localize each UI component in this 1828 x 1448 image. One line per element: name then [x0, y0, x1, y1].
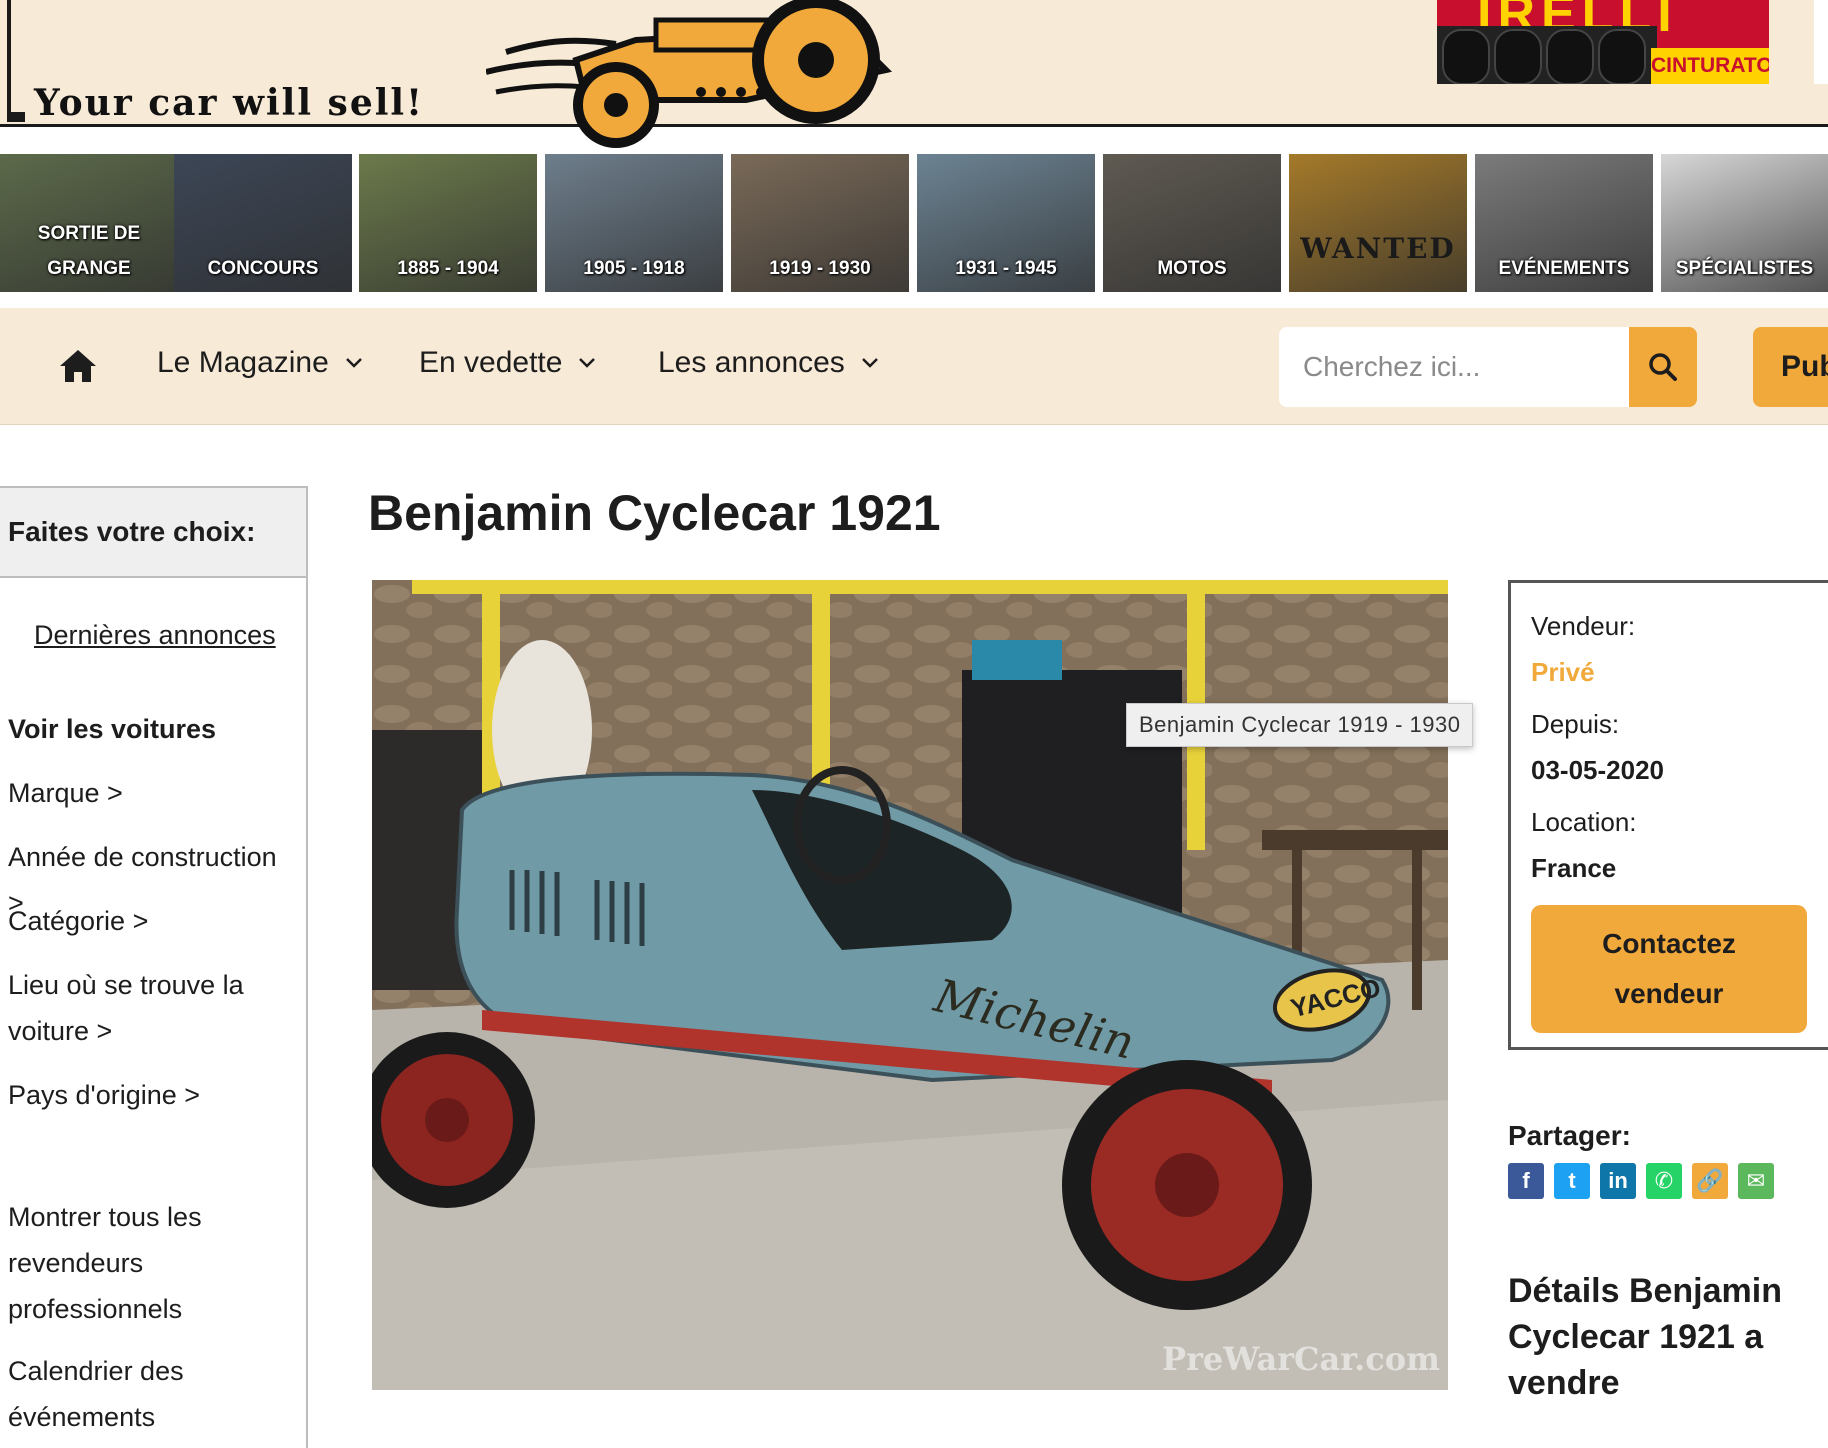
banner-frame-line: [7, 0, 11, 120]
publish-button[interactable]: Pub: [1753, 327, 1828, 407]
location-value: France: [1531, 853, 1617, 883]
since-value: 03-05-2020: [1531, 755, 1664, 785]
search-button[interactable]: [1629, 327, 1697, 407]
sidebar-item-category[interactable]: Catégorie >: [8, 898, 298, 944]
category-label: SORTIE DE GRANGE: [37, 223, 141, 279]
category-strip: SORTIE DE GRANGE CONCOURS 1885 - 1904 1905 …: [0, 154, 1828, 292]
chevron-down-icon: [345, 358, 362, 368]
sidebar-section-title: Voir les voitures: [8, 714, 217, 744]
category-label: MOTOS: [1157, 258, 1227, 279]
site-banner: Your car will sell! IRELLI CINTURATO: [0, 0, 1828, 148]
category-label: SPÉCIALISTES: [1675, 258, 1814, 279]
category-label: 1931 - 1945: [955, 258, 1057, 279]
listing-photo[interactable]: Michelin YACCO PreWarCar.com: [372, 580, 1448, 1390]
sidebar-item-events[interactable]: Calendrier des événements: [8, 1348, 238, 1440]
filter-sidebar: Faites votre choix: Dernières annonces V…: [0, 486, 308, 1448]
latest-listings-link[interactable]: Dernières annonces: [34, 620, 276, 651]
menu-label: Le Magazine: [157, 346, 329, 379]
contact-line-2: vendeur: [1614, 978, 1724, 1009]
copy-link-share-icon[interactable]: 🔗: [1692, 1163, 1728, 1199]
seller-value: Privé: [1531, 657, 1595, 687]
category-tile[interactable]: SORTIE DE GRANGE: [0, 154, 178, 292]
category-thumbnail: [1289, 154, 1467, 292]
menu-label: En vedette: [419, 346, 563, 379]
banner-tagline: Your car will sell!: [34, 82, 424, 124]
category-tile[interactable]: MOTOS: [1103, 154, 1281, 292]
home-icon[interactable]: [58, 348, 98, 384]
category-tile[interactable]: 1885 - 1904: [359, 154, 537, 292]
menu-les-annonces[interactable]: Les annonces: [658, 346, 879, 380]
category-tile[interactable]: 1919 - 1930: [731, 154, 909, 292]
chevron-down-icon: [861, 358, 878, 368]
sidebar-heading: Faites votre choix:: [0, 488, 306, 578]
page-title: Benjamin Cyclecar 1921: [368, 485, 941, 541]
share-title: Partager:: [1508, 1120, 1631, 1151]
category-label: 1885 - 1904: [397, 258, 499, 279]
menu-label: Les annonces: [658, 346, 845, 379]
banner-right-edge: [1814, 0, 1828, 84]
racing-car-logo-icon[interactable]: [486, 0, 1016, 150]
category-tile[interactable]: 1931 - 1945: [917, 154, 1095, 292]
category-label: WANTED: [1300, 232, 1456, 265]
email-share-icon[interactable]: ✉: [1738, 1163, 1774, 1199]
menu-en-vedette[interactable]: En vedette: [419, 346, 596, 380]
tyres-icon: [1437, 26, 1657, 84]
category-label: EVÉNEMENTS: [1498, 258, 1630, 279]
sidebar-item-dealers[interactable]: Montrer tous les revendeurs professionne…: [8, 1194, 238, 1332]
category-label: 1905 - 1918: [583, 258, 685, 279]
whatsapp-share-icon[interactable]: ✆: [1646, 1163, 1682, 1199]
seller-label: Vendeur:: [1531, 611, 1636, 641]
cyclecar-photo-image: Michelin YACCO PreWarCar.com: [372, 580, 1448, 1390]
chevron-down-icon: [579, 358, 596, 368]
twitter-share-icon[interactable]: t: [1554, 1163, 1590, 1199]
contact-seller-button[interactable]: Contactez vendeur: [1531, 905, 1807, 1033]
sidebar-item-brand[interactable]: Marque >: [8, 770, 298, 816]
category-tile[interactable]: SPÉCIALISTES: [1661, 154, 1828, 292]
menu-le-magazine[interactable]: Le Magazine: [157, 346, 363, 380]
seller-card: Vendeur: Privé Depuis: 03-05-2020 Locati…: [1508, 580, 1828, 1050]
pirelli-ad-banner[interactable]: IRELLI CINTURATO: [1437, 0, 1769, 84]
category-tile[interactable]: EVÉNEMENTS: [1475, 154, 1653, 292]
since-label: Depuis:: [1531, 709, 1620, 739]
main-nav: Le Magazine En vedette Les annonces Pub: [0, 308, 1828, 425]
contact-line-1: Contactez: [1602, 928, 1736, 959]
linkedin-share-icon[interactable]: in: [1600, 1163, 1636, 1199]
banner-frame-foot: [7, 112, 25, 122]
image-tooltip: Benjamin Cyclecar 1919 - 1930: [1126, 703, 1474, 747]
facebook-share-icon[interactable]: f: [1508, 1163, 1544, 1199]
search-icon: [1649, 353, 1677, 381]
ad-sub-text: CINTURATO: [1651, 48, 1769, 84]
location-label: Location:: [1531, 807, 1637, 837]
category-tile[interactable]: 1905 - 1918: [545, 154, 723, 292]
photo-watermark: PreWarCar.com: [1162, 1340, 1440, 1378]
category-label: CONCOURS: [207, 258, 319, 279]
category-label: 1919 - 1930: [769, 258, 871, 279]
sidebar-item-location[interactable]: Lieu où se trouve la voiture >: [8, 962, 298, 1054]
details-title: Détails Benjamin Cyclecar 1921 a vendre: [1508, 1272, 1782, 1402]
sidebar-item-country[interactable]: Pays d'origine >: [8, 1072, 298, 1118]
category-tile[interactable]: CONCOURS: [174, 154, 352, 292]
search-input[interactable]: [1279, 327, 1629, 407]
category-tile[interactable]: WANTED: [1289, 154, 1467, 292]
